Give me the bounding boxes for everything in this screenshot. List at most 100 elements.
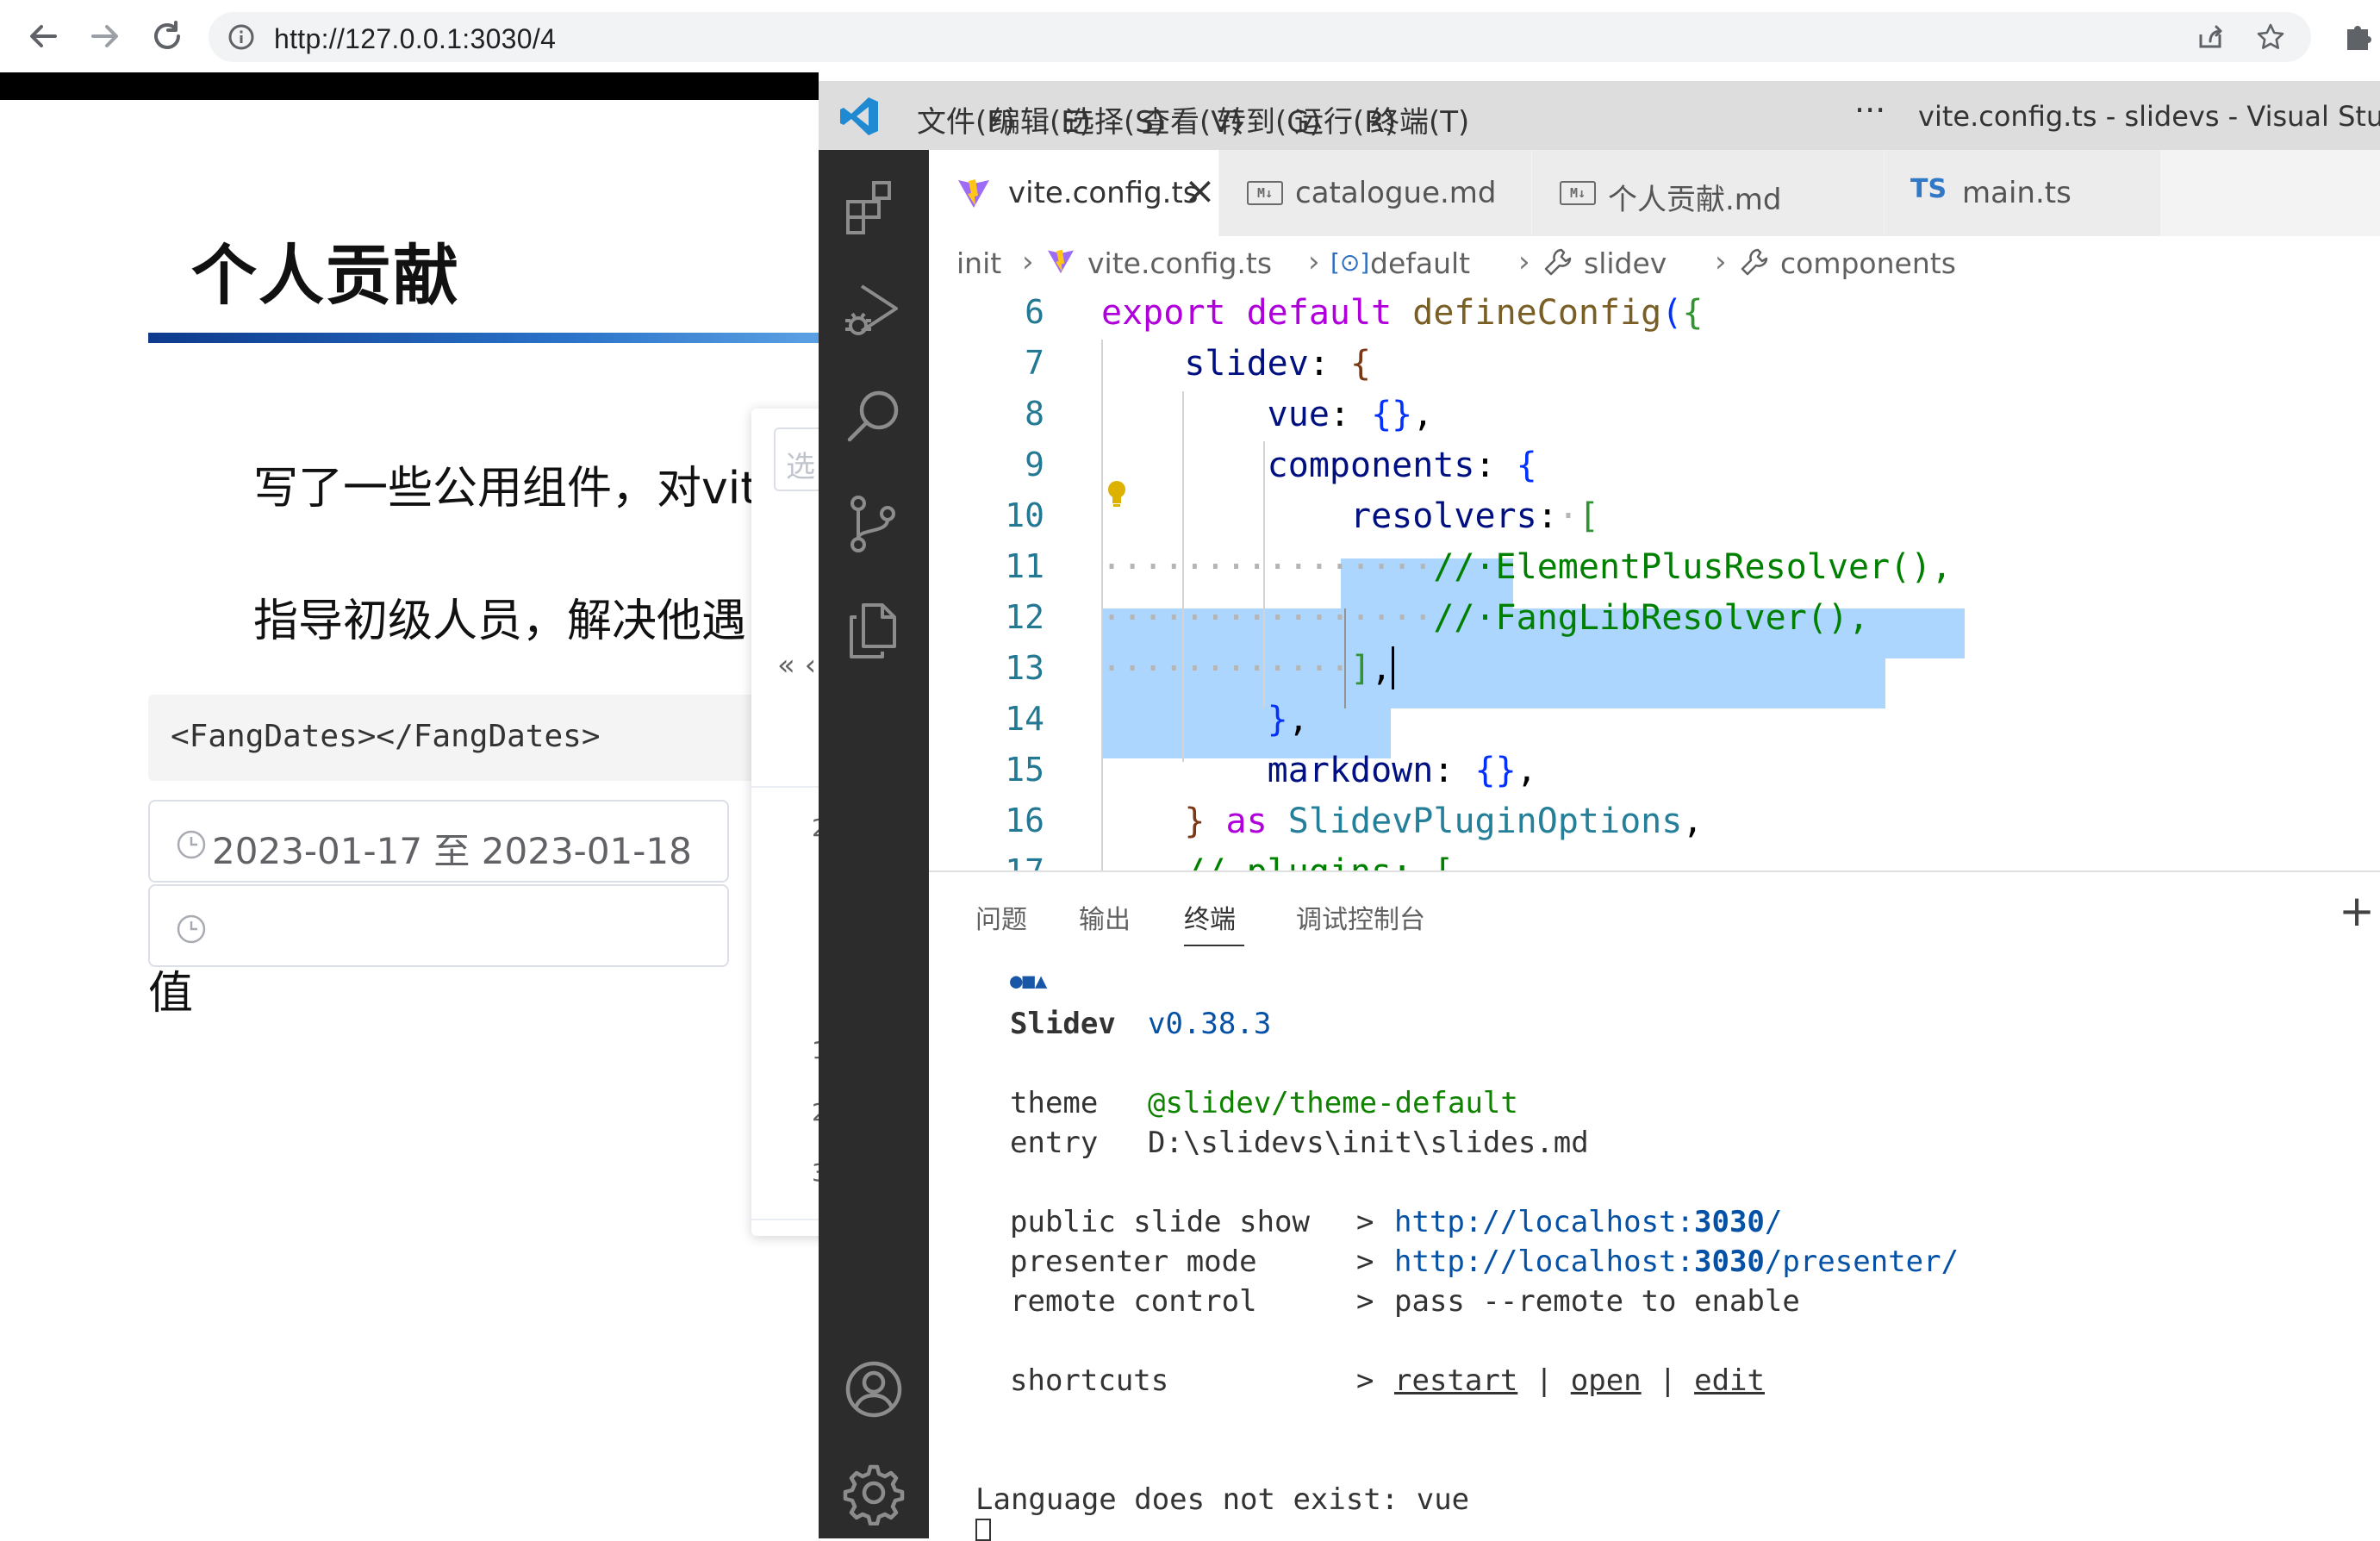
breadcrumb-item[interactable]: slidev [1584, 246, 1667, 280]
tab-vite-config[interactable]: vite.config.ts × [929, 150, 1219, 236]
code-line: 6 export default defineConfig({ [929, 288, 2380, 339]
arrow-right-icon [91, 25, 118, 47]
markdown-icon: M↓ [1247, 181, 1283, 205]
code-line: 7 slidev: { [929, 339, 2380, 390]
source-control-icon[interactable] [841, 491, 907, 557]
code-text: resolvers:·[ [1349, 496, 1600, 536]
panel-tab-output[interactable]: 输出 [1079, 898, 1131, 936]
code-text: slidev: { [1184, 344, 1372, 384]
terminal-app-name: Slidev [1010, 1007, 1116, 1041]
code-text: } as SlidevPluginOptions, [1184, 802, 1704, 841]
code-text: markdown: {}, [1267, 751, 1537, 790]
terminal-version: v0.38.3 [1148, 1007, 1272, 1041]
date-range-value: 2023-01-17 至 2023-01-18 [212, 830, 692, 872]
terminal-presenter-label: presenter mode [1010, 1245, 1257, 1279]
shortcut-edit[interactable]: edit [1694, 1363, 1765, 1398]
slide-title: 个人贡献 [191, 237, 460, 314]
shortcut-restart[interactable]: restart [1394, 1363, 1517, 1398]
title-underline [148, 333, 819, 343]
settings-gear-icon[interactable] [841, 1460, 907, 1525]
terminal-shortcuts-label: shortcuts [1010, 1363, 1169, 1398]
menu-terminal[interactable]: 终端(T) [1370, 98, 1469, 140]
wrench-icon [1741, 248, 1768, 276]
breadcrumb-item[interactable]: init [956, 246, 1001, 280]
address-url[interactable]: http://127.0.0.1:3030/4 [274, 23, 556, 55]
code-line: 8 vue: {}, [929, 390, 2380, 440]
extensions-icon[interactable] [841, 174, 907, 240]
slide-paragraph-2: 指导初级人员，解决他遇 [253, 596, 747, 647]
vscode-window: 文件(F) 编辑(E) 选择(S) 查看(V) 转到(G) 运行(R) 终端(T… [819, 81, 2380, 1538]
line-number: 17 [929, 852, 1044, 870]
text-cursor [1392, 646, 1394, 689]
info-icon[interactable] [227, 23, 255, 51]
code-line: 10 resolvers:·[ [929, 491, 2380, 542]
line-number: 6 [1025, 293, 1044, 331]
code-line: 14 }, [929, 695, 2380, 746]
code-line: 16 } as SlidevPluginOptions, [929, 796, 2380, 847]
code-editor[interactable]: 6 export default defineConfig({ 7 slidev… [929, 288, 2380, 870]
terminal-cursor [975, 1519, 991, 1541]
back-button[interactable] [22, 16, 64, 57]
search-icon[interactable] [841, 384, 907, 450]
terminal-public-url[interactable]: http://localhost:3030/ [1394, 1205, 1782, 1239]
panel-tab-debug-console[interactable]: 调试控制台 [1296, 898, 1425, 936]
code-block-text: <FangDates></FangDates> [171, 719, 601, 754]
activity-bar [819, 150, 929, 1538]
url-suffix: / [1764, 1205, 1783, 1239]
date-time-input[interactable] [148, 884, 729, 967]
reload-button[interactable] [146, 16, 188, 57]
browser-toolbar: http://127.0.0.1:3030/4 [0, 0, 2380, 72]
terminal-remote-value: pass --remote to enable [1394, 1284, 1800, 1319]
breadcrumb-item[interactable]: default [1370, 246, 1470, 280]
address-bar[interactable]: http://127.0.0.1:3030/4 [209, 12, 2311, 62]
picker-placeholder: 选 [786, 450, 815, 484]
star-icon[interactable] [2256, 22, 2285, 52]
clock-icon [177, 914, 206, 944]
terminal-entry-value: D:\slidevs\init\slides.md [1148, 1126, 1589, 1160]
tab-catalogue-md[interactable]: M↓ catalogue.md [1219, 150, 1532, 236]
panel-tab-terminal[interactable]: 终端 [1184, 898, 1236, 936]
line-number: 9 [1025, 446, 1044, 484]
slide-top-bar [0, 72, 819, 100]
tab-label: vite.config.ts [1008, 176, 1199, 210]
code-text: ············], [1101, 649, 1392, 689]
code-line: 12 ················//·FangLibResolver(), [929, 593, 2380, 644]
explorer-files-icon[interactable] [841, 598, 907, 664]
panel-tab-problems[interactable]: 问题 [975, 898, 1027, 936]
code-text: components: { [1267, 446, 1537, 485]
terminal-arrow: > [1356, 1245, 1374, 1279]
lightbulb-icon[interactable] [1105, 479, 1129, 508]
typescript-icon: TS [1910, 174, 1947, 204]
vscode-logo-icon [840, 97, 878, 135]
tab-personal-contribution-md[interactable]: M↓ 个人贡献.md [1532, 150, 1885, 236]
editor-tabs: vite.config.ts × M↓ catalogue.md M↓ 个人贡献… [929, 150, 2380, 236]
chevron-right-icon: › [1715, 245, 1727, 279]
new-terminal-icon[interactable]: + [2339, 886, 2375, 936]
extension-puzzle-icon[interactable] [2340, 19, 2375, 53]
breadcrumb-item[interactable]: vite.config.ts [1087, 246, 1272, 280]
tab-close-icon[interactable]: × [1184, 169, 1216, 213]
menu-more-button[interactable]: ··· [1854, 91, 1885, 129]
breadcrumb-item[interactable]: components [1780, 246, 1956, 280]
account-icon[interactable] [841, 1357, 907, 1422]
line-number: 14 [1005, 700, 1044, 738]
run-debug-icon[interactable] [841, 278, 907, 343]
terminal-arrow: > [1356, 1284, 1374, 1319]
code-text: // plugins: [ [1101, 852, 1454, 870]
code-line: 17 // plugins: [ [929, 847, 2380, 870]
slide-page: 个人贡献 写了一些公用组件，对vite的 指导初级人员，解决他遇 <FangDa… [0, 100, 819, 1538]
tab-label: catalogue.md [1295, 176, 1497, 210]
vite-icon [1048, 249, 1074, 274]
forward-button[interactable] [84, 16, 126, 57]
terminal-presenter-url[interactable]: http://localhost:3030/presenter/ [1394, 1245, 1959, 1279]
shortcut-open[interactable]: open [1571, 1363, 1642, 1398]
share-icon[interactable] [2196, 22, 2225, 52]
shortcut-separator: | [1659, 1363, 1677, 1398]
terminal-public-label: public slide show [1010, 1205, 1310, 1239]
tab-main-ts[interactable]: TS main.ts [1885, 150, 2161, 236]
wrench-icon [1544, 248, 1572, 276]
picker-prev-nav[interactable]: « ‹ [777, 648, 816, 683]
chevron-right-icon: › [1308, 245, 1320, 279]
chevron-right-icon: › [1022, 245, 1034, 279]
date-range-input[interactable]: 2023-01-17 至 2023-01-18 [148, 800, 729, 883]
